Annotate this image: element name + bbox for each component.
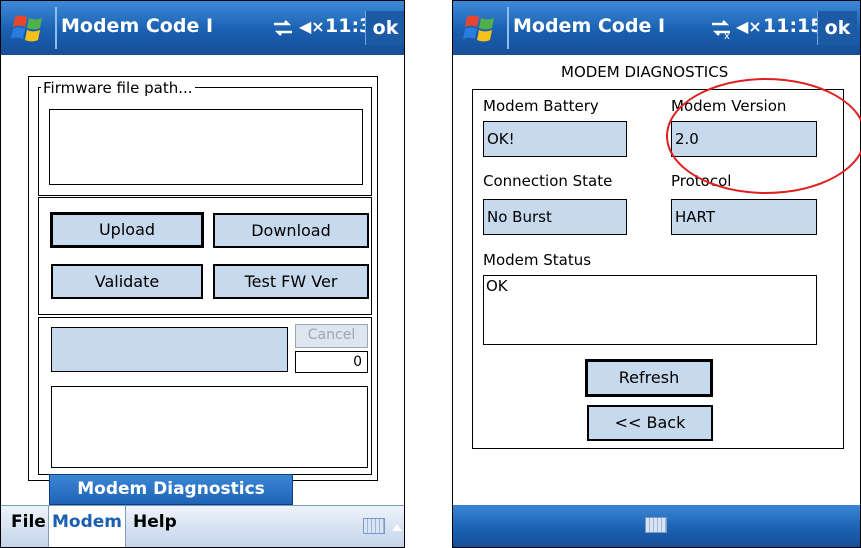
connection-state-field: No Burst	[483, 199, 627, 235]
modem-battery-field: OK!	[483, 121, 627, 157]
title-separator	[507, 7, 509, 49]
modem-status-field: OK	[483, 275, 817, 345]
up-arrow-icon[interactable]	[391, 522, 403, 532]
menu-help[interactable]: Help	[133, 512, 177, 532]
cancel-button[interactable]: Cancel	[295, 324, 368, 348]
upload-button[interactable]: Upload	[50, 212, 204, 248]
progress-bar	[51, 327, 288, 372]
window-title: Modem Code I	[513, 15, 666, 37]
protocol-field: HART	[671, 199, 817, 235]
connectivity-icon[interactable]: x	[709, 17, 733, 39]
clock: 11:15	[763, 15, 824, 37]
menu-file[interactable]: File	[11, 512, 46, 532]
svg-text:x: x	[724, 31, 730, 39]
left-screen: Modem Code I ◀× 11:35 ok Firmware file p…	[0, 0, 405, 548]
test-fw-version-button[interactable]: Test FW Ver	[213, 264, 369, 299]
connectivity-icon[interactable]	[271, 17, 295, 39]
back-button[interactable]: << Back	[587, 405, 713, 441]
title-bar: Modem Code I ◀× 11:35 ok	[1, 1, 404, 55]
firmware-path-field[interactable]	[49, 109, 363, 185]
windows-logo-icon[interactable]	[9, 13, 49, 45]
firmware-group-label: Firmware file path...	[41, 79, 195, 97]
log-box	[51, 386, 368, 468]
keyboard-icon[interactable]	[363, 518, 385, 534]
volume-muted-icon[interactable]: ◀×	[299, 17, 325, 36]
volume-muted-icon[interactable]: ◀×	[736, 17, 762, 36]
ok-button[interactable]: ok	[365, 11, 404, 45]
modem-battery-label: Modem Battery	[483, 97, 599, 115]
refresh-button[interactable]: Refresh	[585, 359, 713, 397]
modem-status-label: Modem Status	[483, 251, 592, 269]
windows-logo-icon[interactable]	[461, 13, 501, 45]
menu-modem[interactable]: Modem	[48, 506, 127, 547]
window-title: Modem Code I	[61, 15, 214, 37]
validate-button[interactable]: Validate	[51, 264, 203, 299]
annotation-circle	[666, 78, 861, 194]
download-button[interactable]: Download	[213, 213, 369, 248]
connection-state-label: Connection State	[483, 172, 613, 190]
title-separator	[55, 7, 57, 49]
counter-field: 0	[295, 351, 368, 373]
keyboard-icon[interactable]	[645, 517, 667, 533]
ok-button[interactable]: ok	[817, 11, 857, 45]
page-heading: MODEM DIAGNOSTICS	[561, 63, 729, 81]
modem-diagnostics-menu-item[interactable]: Modem Diagnostics	[49, 474, 293, 505]
title-bar: Modem Code I x ◀× 11:15 ok	[453, 1, 860, 55]
menu-bar: File Modem Help	[1, 505, 404, 547]
soft-key-bar	[453, 505, 860, 547]
